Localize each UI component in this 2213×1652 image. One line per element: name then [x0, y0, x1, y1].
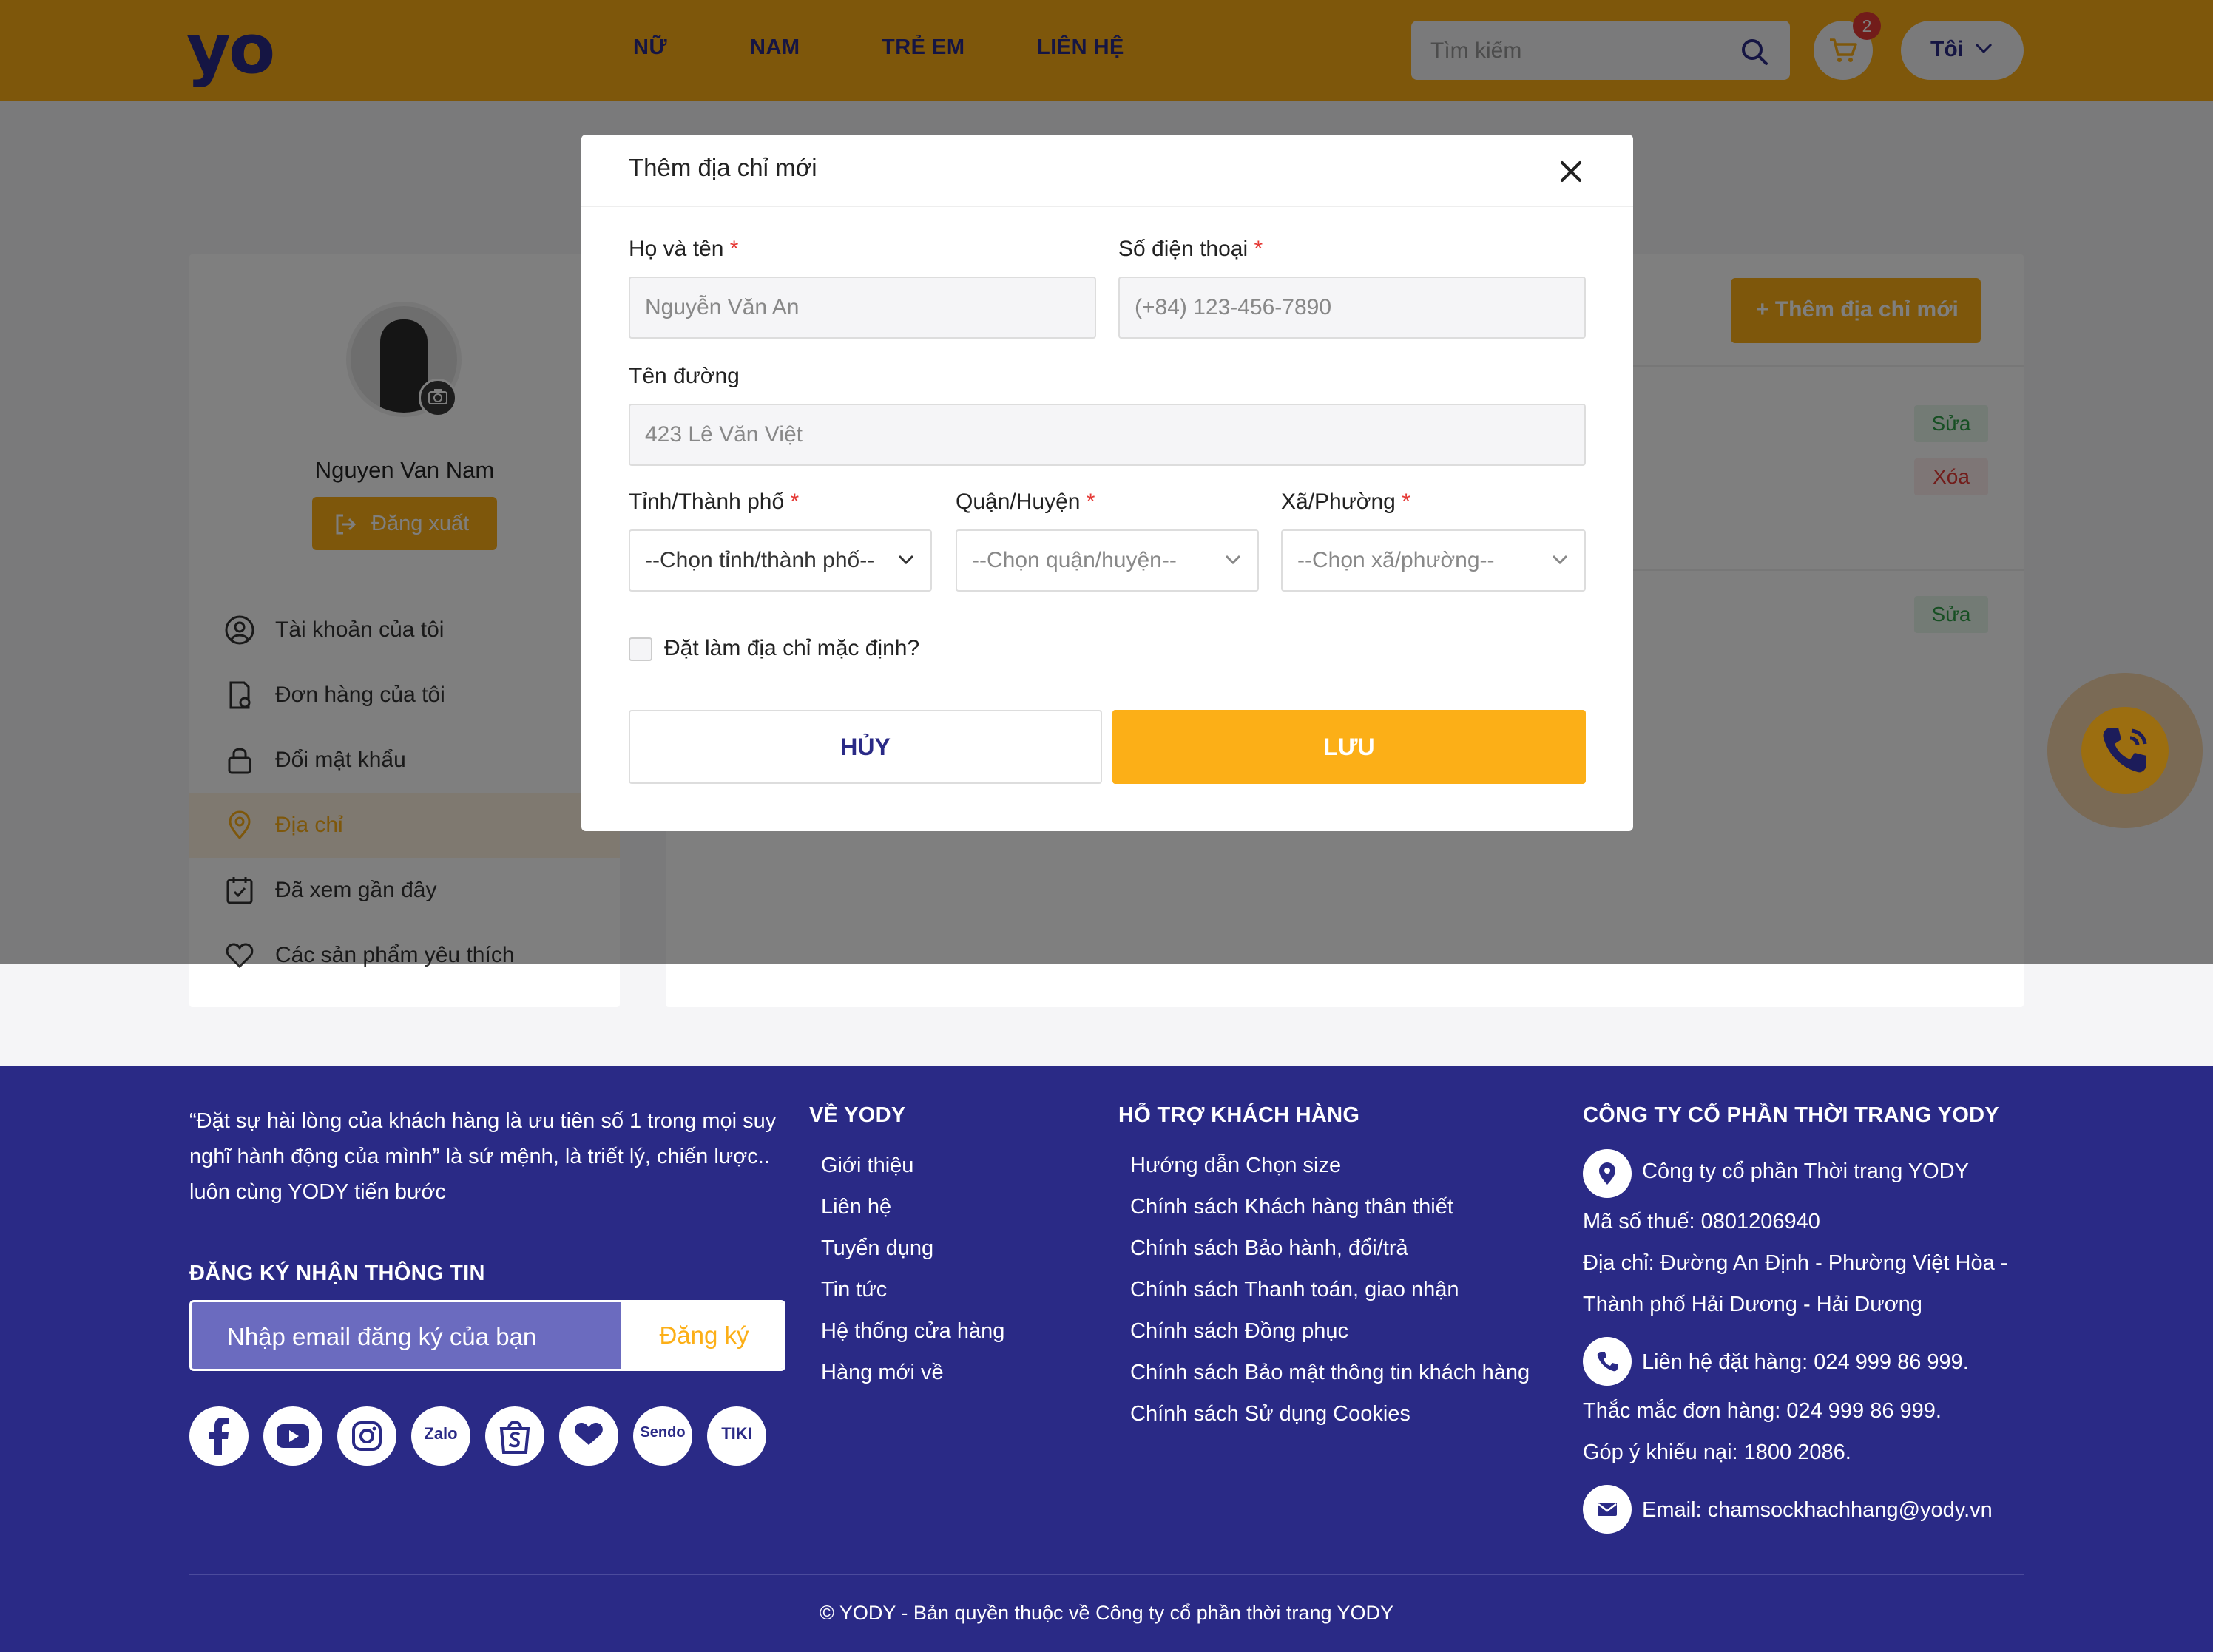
footer-link[interactable]: Hàng mới về — [821, 1361, 944, 1385]
name-label: Họ và tên * — [629, 237, 739, 261]
instagram-icon[interactable] — [337, 1406, 396, 1466]
footer-link[interactable]: Chính sách Thanh toán, giao nhận — [1130, 1278, 1459, 1302]
ward-select[interactable]: --Chọn xã/phường-- — [1281, 529, 1586, 592]
phone-placeholder: (+84) 123-456-7890 — [1135, 295, 1332, 319]
company-heading: CÔNG TY CỔ PHẦN THỜI TRANG YODY — [1583, 1103, 2000, 1127]
location-pin-icon — [1583, 1149, 1632, 1198]
footer-link[interactable]: Hướng dẫn Chọn size — [1130, 1154, 1341, 1178]
footer-link[interactable]: Chính sách Bảo mật thông tin khách hàng — [1130, 1361, 1530, 1385]
tax-code: Mã số thuế: 0801206940 — [1583, 1210, 1820, 1233]
province-select[interactable]: --Chọn tỉnh/thành phố-- — [629, 529, 932, 592]
ward-label: Xã/Phường * — [1281, 490, 1410, 514]
zalo-icon[interactable]: Zalo — [411, 1406, 470, 1466]
youtube-icon[interactable] — [263, 1406, 322, 1466]
phone-call-icon — [2103, 728, 2147, 773]
phone-field[interactable]: (+84) 123-456-7890 — [1118, 277, 1586, 339]
call-float-button[interactable] — [2047, 673, 2203, 828]
company-address-line1: Địa chỉ: Đường An Định - Phường Việt Hòa… — [1583, 1251, 2008, 1275]
chevron-down-icon — [1225, 555, 1241, 565]
shopee-icon[interactable] — [485, 1406, 544, 1466]
street-placeholder: 423 Lê Văn Việt — [645, 422, 803, 447]
subscribe-email-input[interactable]: Nhập email đăng ký của bạn — [227, 1323, 536, 1351]
tiki-label: TIKI — [721, 1424, 752, 1443]
footer-divider — [189, 1574, 2024, 1575]
lazada-icon[interactable] — [559, 1406, 618, 1466]
modal-divider — [581, 206, 1633, 207]
copyright: © YODY - Bản quyền thuộc về Công ty cổ p… — [819, 1602, 1394, 1624]
company-name: Công ty cổ phần Thời trang YODY — [1642, 1160, 1969, 1183]
footer-link[interactable]: Giới thiệu — [821, 1154, 913, 1178]
subscribe-heading: ĐĂNG KÝ NHẬN THÔNG TIN — [189, 1262, 485, 1285]
cancel-button[interactable]: HỦY — [629, 710, 1102, 784]
zalo-label: Zalo — [424, 1424, 458, 1443]
street-label: Tên đường — [629, 364, 740, 388]
complaint-line: Góp ý khiếu nại: 1800 2086. — [1583, 1441, 1851, 1464]
chevron-down-icon — [1552, 555, 1568, 565]
sendo-icon[interactable]: Sendo — [633, 1406, 692, 1466]
footer-link[interactable]: Hệ thống cửa hàng — [821, 1319, 1004, 1344]
order-query: Thắc mắc đơn hàng: 024 999 86 999. — [1583, 1399, 1942, 1423]
save-button[interactable]: LƯU — [1112, 710, 1586, 784]
subscribe-form: Nhập email đăng ký của bạn Đăng ký — [189, 1300, 785, 1371]
province-label: Tỉnh/Thành phố * — [629, 490, 800, 514]
company-address-line2: Thành phố Hải Dương - Hải Dương — [1583, 1293, 1922, 1316]
tiki-icon[interactable]: TIKI — [707, 1406, 766, 1466]
district-selected: --Chọn quận/huyện-- — [972, 548, 1177, 572]
site-footer: “Đặt sự hài lòng của khách hàng là ưu ti… — [0, 1066, 2213, 1652]
district-select[interactable]: --Chọn quận/huyện-- — [956, 529, 1259, 592]
footer-link[interactable]: Tin tức — [821, 1278, 887, 1302]
default-address-checkbox[interactable] — [629, 637, 652, 661]
footer-quote: “Đặt sự hài lòng của khách hàng là ưu ti… — [189, 1109, 777, 1204]
phone-icon — [1583, 1337, 1632, 1386]
facebook-icon[interactable] — [189, 1406, 249, 1466]
default-address-label: Đặt làm địa chỉ mặc định? — [664, 636, 920, 660]
footer-link[interactable]: Chính sách Sử dụng Cookies — [1130, 1402, 1410, 1426]
modal-title: Thêm địa chỉ mới — [629, 154, 817, 181]
close-icon[interactable] — [1556, 157, 1586, 186]
subscribe-button[interactable]: Đăng ký — [621, 1302, 783, 1369]
footer-link[interactable]: Tuyển dụng — [821, 1236, 933, 1261]
full-name-field[interactable]: Nguyễn Văn An — [629, 277, 1096, 339]
footer-link[interactable]: Chính sách Khách hàng thân thiết — [1130, 1195, 1453, 1219]
chevron-down-icon — [898, 555, 914, 565]
mail-icon — [1583, 1485, 1632, 1534]
footer-link[interactable]: Chính sách Đồng phục — [1130, 1319, 1348, 1344]
ward-selected: --Chọn xã/phường-- — [1297, 548, 1495, 572]
support-heading: HỖ TRỢ KHÁCH HÀNG — [1118, 1103, 1360, 1127]
order-hotline[interactable]: Liên hệ đặt hàng: 024 999 86 999. — [1642, 1350, 1969, 1375]
footer-link[interactable]: Chính sách Bảo hành, đổi/trả — [1130, 1236, 1408, 1261]
street-field[interactable]: 423 Lê Văn Việt — [629, 404, 1586, 466]
sendo-label: Sendo — [640, 1424, 686, 1441]
district-label: Quận/Huyện * — [956, 490, 1095, 514]
footer-link[interactable]: Liên hệ — [821, 1195, 891, 1219]
contact-email[interactable]: Email: chamsockhachhang@yody.vn — [1642, 1498, 1993, 1523]
phone-label: Số điện thoại * — [1118, 237, 1263, 261]
add-address-modal: Thêm địa chỉ mới Họ và tên * Nguyễn Văn … — [581, 135, 1633, 831]
about-heading: VỀ YODY — [809, 1103, 906, 1127]
name-placeholder: Nguyễn Văn An — [645, 295, 800, 319]
province-selected: --Chọn tỉnh/thành phố-- — [645, 548, 875, 572]
